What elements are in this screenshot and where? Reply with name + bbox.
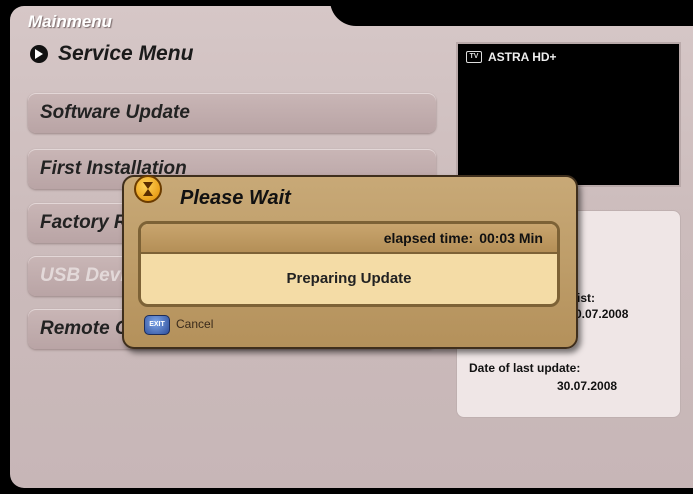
tv-icon: TV	[466, 51, 482, 63]
tv-screen: Mainmenu Service Menu Software Update Fi…	[0, 0, 693, 494]
dialog-body: elapsed time: 00:03 Min Preparing Update	[138, 221, 560, 307]
hourglass-icon	[134, 175, 162, 203]
page-title: Service Menu	[58, 42, 194, 65]
elapsed-time-bar: elapsed time: 00:03 Min	[141, 224, 557, 254]
cancel-label: Cancel	[176, 317, 214, 331]
menu-item-software-update[interactable]: Software Update	[28, 93, 436, 133]
top-right-notch	[330, 0, 693, 26]
dialog-title: Please Wait	[180, 187, 291, 209]
arrow-icon	[30, 45, 48, 63]
info-line-3: 0.07.2008	[575, 307, 629, 321]
last-update-label: Date of last update:	[469, 361, 581, 375]
tv-preview: TV ASTRA HD+	[456, 42, 681, 187]
page-title-row: Service Menu	[30, 42, 193, 66]
last-update-value: 30.07.2008	[557, 379, 618, 393]
elapsed-label: elapsed time:	[383, 230, 474, 246]
channel-badge: TV ASTRA HD+	[466, 50, 557, 64]
please-wait-dialog: Please Wait elapsed time: 00:03 Min Prep…	[122, 175, 578, 349]
channel-name: ASTRA HD+	[488, 50, 557, 64]
elapsed-value: 00:03 Min	[479, 230, 543, 246]
status-text: Preparing Update	[286, 270, 412, 287]
exit-key-icon[interactable]: EXIT	[144, 315, 170, 335]
menu-breadcrumb: Mainmenu	[28, 12, 113, 31]
